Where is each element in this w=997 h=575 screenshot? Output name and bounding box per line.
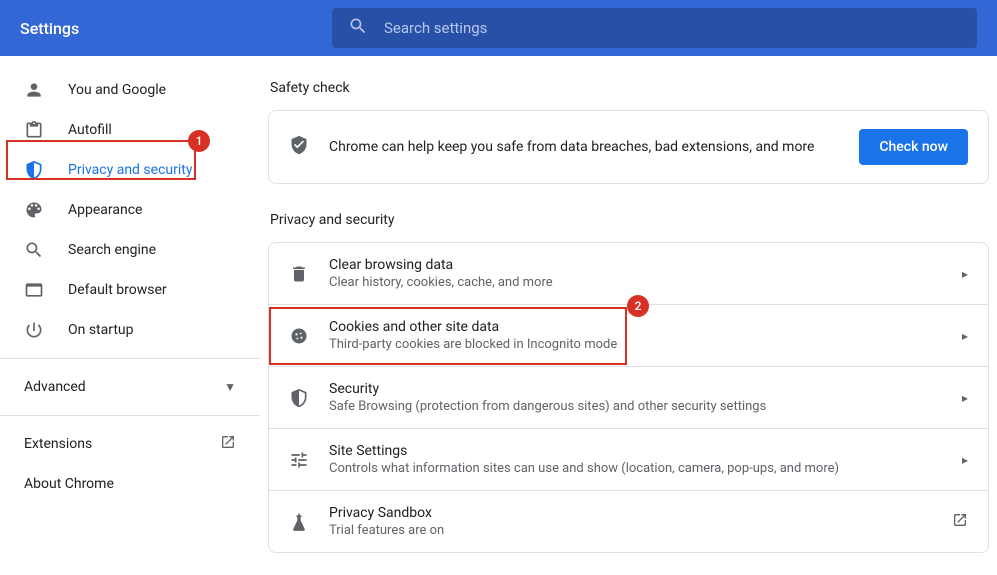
shield-check-icon	[289, 135, 309, 159]
open-external-icon	[220, 434, 236, 454]
sidebar-item-search-engine[interactable]: Search engine	[0, 230, 260, 270]
sidebar-item-on-startup[interactable]: On startup	[0, 310, 260, 350]
cookie-icon	[289, 326, 309, 346]
palette-icon	[24, 200, 44, 220]
shield-icon	[24, 160, 44, 180]
sidebar-item-default-browser[interactable]: Default browser	[0, 270, 260, 310]
row-sub: Trial features are on	[329, 523, 932, 538]
row-title: Clear browsing data	[329, 257, 942, 273]
chevron-down-icon: ▼	[224, 380, 236, 394]
chevron-right-icon: ▸	[962, 267, 968, 281]
chevron-right-icon: ▸	[962, 453, 968, 467]
row-clear-browsing-data[interactable]: Clear browsing data Clear history, cookie…	[269, 243, 988, 304]
divider	[0, 415, 260, 416]
row-title: Cookies and other site data	[329, 319, 942, 335]
sidebar-item-privacy[interactable]: Privacy and security	[0, 150, 260, 190]
shield-icon	[289, 388, 309, 408]
trash-icon	[289, 264, 309, 284]
person-icon	[24, 80, 44, 100]
row-title: Privacy Sandbox	[329, 505, 932, 521]
flask-icon	[289, 512, 309, 532]
safety-card: Chrome can help keep you safe from data …	[268, 110, 989, 184]
annotation-badge-1: 1	[188, 130, 210, 152]
sidebar-item-advanced[interactable]: Advanced ▼	[0, 367, 260, 407]
row-site-settings[interactable]: Site Settings Controls what information s…	[269, 428, 988, 490]
browser-icon	[24, 280, 44, 300]
row-security[interactable]: Security Safe Browsing (protection from d…	[269, 366, 988, 428]
clipboard-icon	[24, 120, 44, 140]
annotation-badge-2: 2	[627, 295, 649, 317]
sidebar: You and Google Autofill Privacy and secu…	[0, 56, 260, 575]
search-icon	[24, 240, 44, 260]
privacy-card: Clear browsing data Clear history, cookie…	[268, 242, 989, 553]
sliders-icon	[289, 450, 309, 470]
sidebar-item-about[interactable]: About Chrome	[0, 464, 260, 504]
row-sub: Controls what information sites can use …	[329, 461, 942, 476]
sidebar-item-label: Appearance	[68, 202, 142, 218]
sidebar-item-label: You and Google	[68, 82, 166, 98]
row-sub: Clear history, cookies, cache, and more	[329, 275, 942, 290]
search-input[interactable]	[384, 19, 961, 37]
sidebar-item-you-and-google[interactable]: You and Google	[0, 70, 260, 110]
check-now-button[interactable]: Check now	[859, 129, 968, 165]
sidebar-item-autofill[interactable]: Autofill	[0, 110, 260, 150]
search-icon	[348, 16, 368, 40]
row-cookies[interactable]: Cookies and other site data Third-party c…	[269, 304, 988, 366]
section-title-safety: Safety check	[268, 80, 989, 96]
row-sub: Safe Browsing (protection from dangerous…	[329, 399, 942, 414]
power-icon	[24, 320, 44, 340]
sidebar-item-label: Extensions	[24, 436, 92, 452]
sidebar-item-label: Search engine	[68, 242, 156, 258]
chevron-right-icon: ▸	[962, 391, 968, 405]
sidebar-item-label: About Chrome	[24, 476, 114, 492]
open-external-icon	[952, 512, 968, 532]
main-panel: Safety check Chrome can help keep you sa…	[260, 56, 997, 575]
row-privacy-sandbox[interactable]: Privacy Sandbox Trial features are on	[269, 490, 988, 552]
sidebar-item-label: Privacy and security	[68, 162, 192, 178]
page-title: Settings	[20, 19, 320, 38]
sidebar-item-appearance[interactable]: Appearance	[0, 190, 260, 230]
row-sub: Third-party cookies are blocked in Incog…	[329, 337, 942, 352]
row-title: Security	[329, 381, 942, 397]
app-header: Settings	[0, 0, 997, 56]
sidebar-item-label: On startup	[68, 322, 134, 338]
section-title-privacy: Privacy and security	[268, 212, 989, 228]
sidebar-item-label: Advanced	[24, 379, 86, 395]
divider	[0, 358, 260, 359]
sidebar-item-label: Autofill	[68, 122, 112, 138]
sidebar-item-extensions[interactable]: Extensions	[0, 424, 260, 464]
sidebar-item-label: Default browser	[68, 282, 167, 298]
safety-text: Chrome can help keep you safe from data …	[329, 139, 839, 155]
search-bar[interactable]	[332, 8, 977, 48]
chevron-right-icon: ▸	[962, 329, 968, 343]
row-title: Site Settings	[329, 443, 942, 459]
